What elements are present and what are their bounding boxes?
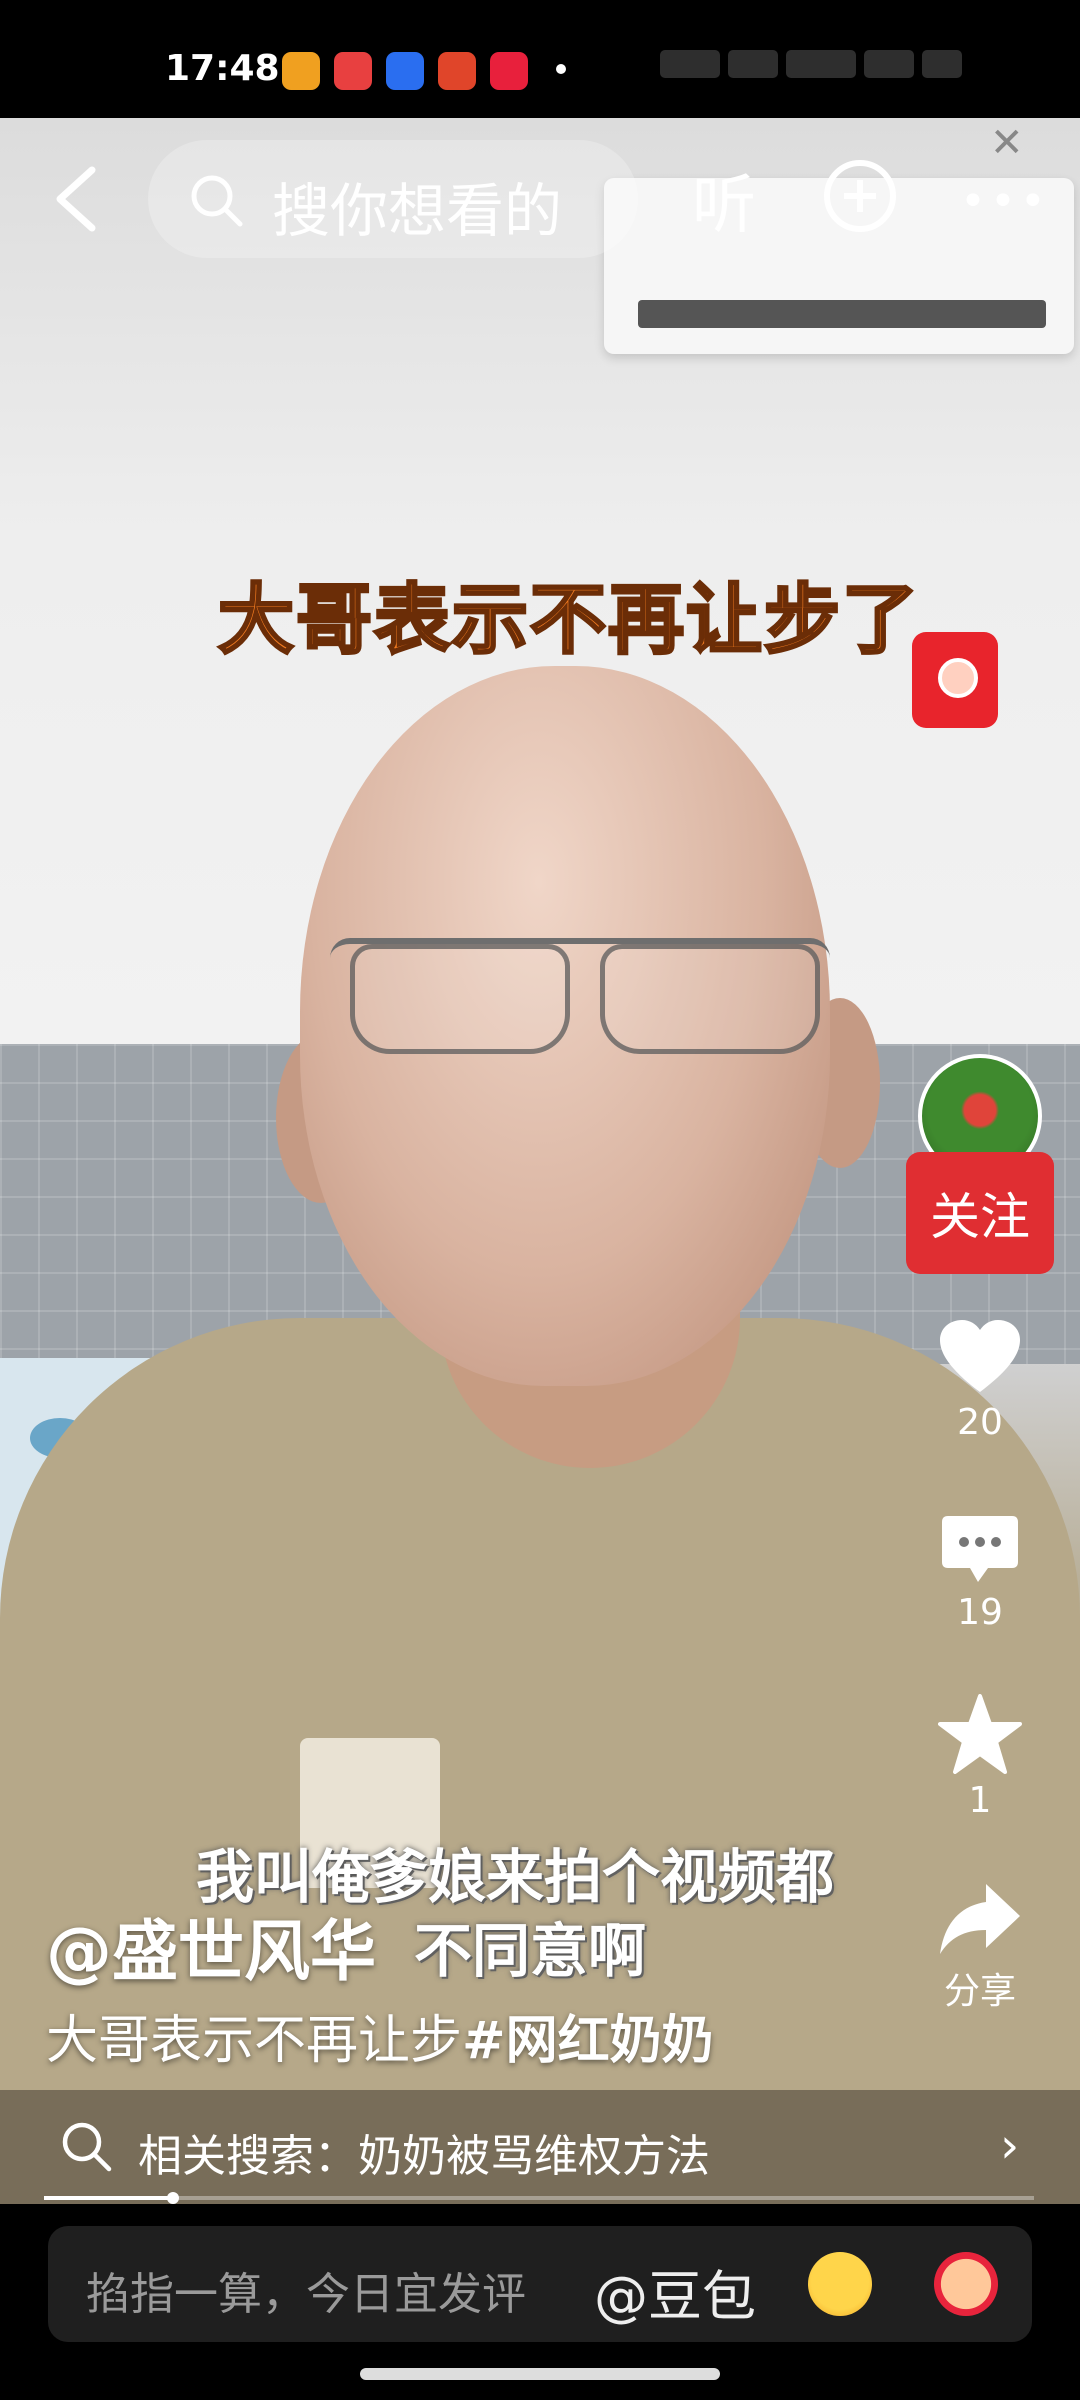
status-bar: 17:48 <box>0 0 1080 118</box>
search-bar[interactable]: 搜你想看的 <box>148 140 638 258</box>
more-notifications-dot <box>556 64 566 74</box>
video-progress-bar[interactable] <box>44 2192 1034 2204</box>
listen-button[interactable]: 听 <box>692 154 756 246</box>
search-icon <box>191 175 243 227</box>
follow-button[interactable]: 关注 <box>906 1152 1054 1274</box>
favorite-button[interactable]: 1 <box>920 1694 1040 1821</box>
cartoon-app-icon <box>334 52 372 90</box>
related-search-text: 相关搜索：奶奶被骂维权方法 <box>138 2131 710 2182</box>
status-time: 17:48 <box>165 48 280 89</box>
system-status-icons <box>660 50 990 90</box>
music-app-icon <box>490 52 528 90</box>
home-indicator[interactable] <box>360 2368 720 2380</box>
comment-button[interactable]: 19 <box>920 1514 1040 1633</box>
progress-knob[interactable] <box>166 2192 179 2204</box>
video-caption-top: 大哥表示不再让步了 <box>217 574 920 666</box>
comment-icon <box>942 1516 1018 1582</box>
star-icon <box>938 1694 1022 1774</box>
person-glasses <box>330 938 830 1054</box>
more-icon[interactable]: ••• <box>960 176 1050 227</box>
progress-fill <box>44 2196 173 2200</box>
notification-icons <box>282 52 528 90</box>
search-icon <box>62 2122 112 2172</box>
heart-icon <box>940 1320 1020 1392</box>
chevron-right-icon: › <box>1000 2118 1020 2174</box>
close-icon[interactable]: ✕ <box>990 120 1024 166</box>
comment-count: 19 <box>957 1592 1003 1633</box>
post-description: 大哥表示不再让步#网红奶奶 <box>46 1998 714 2073</box>
related-search-bar[interactable]: 相关搜索：奶奶被骂维权方法 › <box>0 2090 1080 2204</box>
thumbs-up-emoji-icon[interactable] <box>934 2252 998 2316</box>
add-icon[interactable] <box>824 160 896 232</box>
video-subtitle-line2: 不同意啊 <box>414 1917 647 1985</box>
video-app-icon <box>282 52 320 90</box>
baidu-app-icon <box>386 52 424 90</box>
red-app-icon <box>438 52 476 90</box>
mention-doubao-button[interactable]: @豆包 <box>594 2252 756 2331</box>
red-packet-icon[interactable] <box>912 632 998 728</box>
like-count: 20 <box>957 1402 1003 1443</box>
description-text: 大哥表示不再让步 <box>46 2011 463 2071</box>
share-arrow-icon <box>940 1884 1020 1954</box>
comment-input[interactable]: 掐指一算，今日宜发评 @豆包 <box>48 2226 1032 2342</box>
laughing-emoji-icon[interactable] <box>808 2252 872 2316</box>
like-button[interactable]: 20 <box>920 1318 1040 1443</box>
search-placeholder: 搜你想看的 <box>272 177 563 245</box>
hashtag-link[interactable]: #网红奶奶 <box>462 2011 714 2071</box>
share-button[interactable]: 分享 <box>920 1880 1040 2014</box>
share-label: 分享 <box>943 1971 1016 2012</box>
comment-placeholder: 掐指一算，今日宜发评 <box>86 2269 526 2320</box>
back-arrow-icon[interactable] <box>48 164 108 234</box>
favorite-count: 1 <box>968 1780 992 1821</box>
author-name[interactable]: @盛世风华 <box>46 1898 376 1994</box>
comment-bar: 掐指一算，今日宜发评 @豆包 <box>0 2204 1080 2400</box>
